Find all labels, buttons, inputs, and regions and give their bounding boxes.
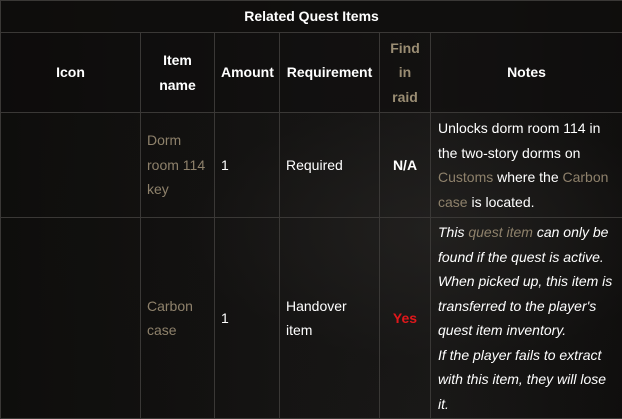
table-row: Dorm room 114 key 1 Required N/A Unlocks… (0, 112, 622, 218)
notes-cell: Unlocks dorm room 114 in the two-story d… (429, 112, 622, 218)
header-fir-line3: raid (392, 88, 418, 105)
requirement-cell: Handover item (279, 217, 380, 419)
item-name-link[interactable]: Dorm room 114 key (140, 112, 215, 218)
item-icon-cell (0, 217, 141, 419)
find-in-raid-cell: N/A (379, 112, 431, 218)
header-notes: Notes (429, 32, 622, 113)
item-name-line[interactable]: Dorm (147, 132, 181, 148)
header-find-in-raid: Find in raid (379, 32, 431, 113)
item-name-line[interactable]: Carbon (147, 298, 193, 314)
find-in-raid-cell: Yes (379, 217, 431, 419)
related-quest-items-table: Related Quest Items Icon Item name Amoun… (0, 0, 622, 419)
item-name-line[interactable]: case (147, 322, 177, 338)
notes-text: Unlocks dorm room 114 in the two-story d… (438, 120, 601, 161)
customs-link[interactable]: Customs (438, 169, 493, 185)
header-fir-line2: in (398, 64, 412, 81)
header-requirement: Requirement (279, 32, 380, 113)
requirement-cell: Required (279, 112, 380, 218)
header-item-name-line1: Item (163, 52, 192, 68)
notes-text: If the player fails to extract with this… (438, 346, 607, 412)
item-icon-cell (0, 112, 141, 218)
quest-item-link[interactable]: quest item (468, 224, 533, 240)
header-fir-line1: Find (390, 39, 420, 56)
amount-cell: 1 (214, 217, 280, 419)
amount-cell: 1 (214, 112, 280, 218)
notes-text: can only be found if the quest is active… (438, 224, 613, 338)
notes-text: This (438, 224, 469, 240)
notes-text: is located. (467, 193, 535, 210)
requirement-line: item (286, 322, 313, 338)
table-title: Related Quest Items (0, 0, 622, 33)
item-name-line[interactable]: room 114 (147, 157, 205, 173)
header-amount: Amount (214, 32, 280, 113)
table-row: Carbon case 1 Handover item Yes This que… (0, 217, 622, 419)
notes-text: where the (493, 169, 563, 185)
item-name-line[interactable]: key (147, 181, 169, 197)
item-name-link[interactable]: Carbon case (140, 217, 215, 419)
header-row: Icon Item name Amount Requirement Find i… (0, 32, 622, 113)
notes-cell: This quest item can only be found if the… (429, 217, 622, 419)
header-item-name-line2: name (159, 76, 196, 93)
requirement-line: Handover (286, 297, 347, 314)
header-item-name: Item name (140, 32, 215, 113)
header-icon: Icon (0, 32, 141, 113)
